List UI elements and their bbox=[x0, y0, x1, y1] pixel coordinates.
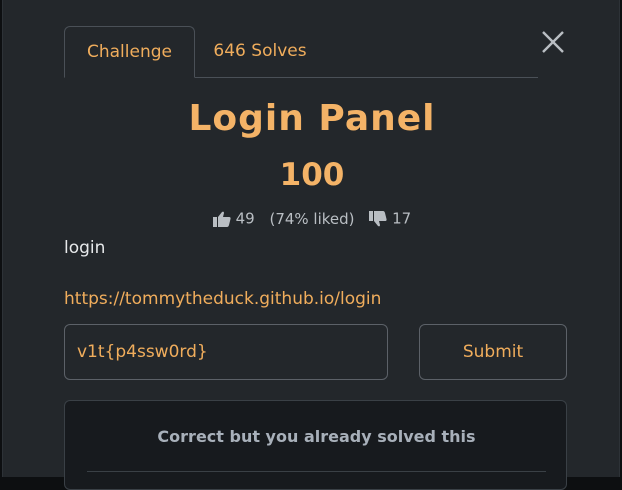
challenge-link[interactable]: https://tommytheduck.github.io/login bbox=[64, 289, 381, 309]
close-icon[interactable] bbox=[540, 29, 566, 55]
tab-challenge[interactable]: Challenge bbox=[64, 26, 195, 78]
result-divider bbox=[87, 471, 546, 472]
challenge-points: 100 bbox=[279, 157, 345, 193]
thumbs-down-icon[interactable] bbox=[369, 210, 387, 227]
challenge-tabs: Challenge 646 Solves bbox=[64, 26, 538, 78]
challenge-title: Login Panel bbox=[188, 98, 436, 139]
flag-input[interactable] bbox=[64, 324, 388, 380]
dislike-count: 17 bbox=[392, 209, 412, 228]
tab-solves[interactable]: 646 Solves bbox=[204, 26, 316, 77]
challenge-description: login bbox=[64, 238, 106, 258]
vote-summary: 49 (74% liked) 17 bbox=[3, 209, 621, 228]
liked-percent: (74% liked) bbox=[269, 209, 355, 228]
challenge-modal: Challenge 646 Solves Login Panel 100 49 … bbox=[2, 0, 621, 490]
submit-button[interactable]: Submit bbox=[419, 324, 567, 380]
thumbs-up-icon[interactable] bbox=[212, 211, 231, 227]
result-message: Correct but you already solved this bbox=[157, 427, 476, 446]
like-count: 49 bbox=[235, 209, 255, 228]
